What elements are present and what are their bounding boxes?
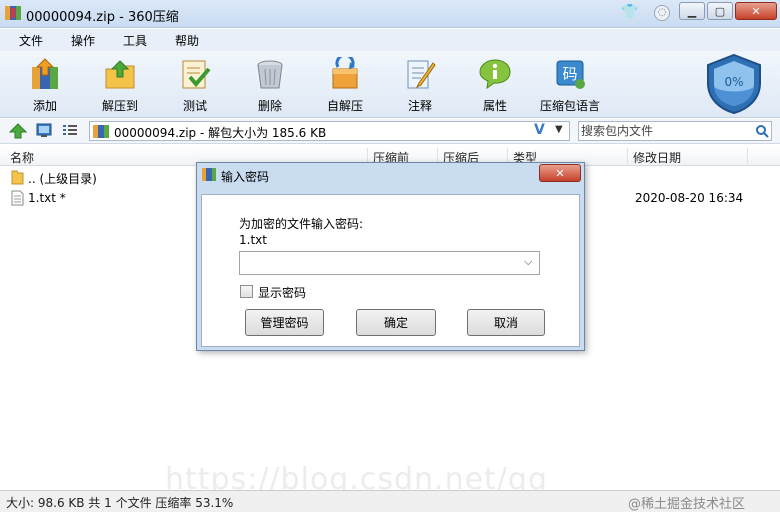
status-text: 大小: 98.6 KB 共 1 个文件 压缩率 53.1%: [6, 496, 234, 510]
delete-button[interactable]: 删除: [232, 55, 308, 115]
menu-operations[interactable]: 操作: [71, 32, 95, 49]
address-bar: 00000094.zip - 解包大小为 185.6 KB V ▼: [0, 119, 780, 144]
menu-bar: 文件 操作 工具 帮助: [0, 29, 780, 51]
text-file-icon: [11, 190, 24, 206]
path-combobox[interactable]: 00000094.zip - 解包大小为 185.6 KB V ▼: [89, 121, 570, 141]
search-box: [578, 121, 772, 141]
path-text: 00000094.zip - 解包大小为 185.6 KB: [114, 126, 327, 140]
folder-icon: [11, 170, 24, 185]
archive-icon: [202, 168, 216, 181]
dialog-title-bar[interactable]: 输入密码 ✕: [197, 163, 584, 187]
menu-tools[interactable]: 工具: [123, 32, 147, 49]
language-icon: 码: [556, 60, 585, 89]
window-title: 00000094.zip - 360压缩: [26, 10, 179, 25]
info-icon: [479, 59, 511, 90]
self-extract-icon: [332, 57, 358, 89]
test-icon: [182, 60, 211, 89]
up-arrow-icon[interactable]: [9, 123, 27, 139]
file-name: 1.txt *: [28, 191, 66, 205]
delete-label: 删除: [257, 99, 282, 113]
close-button[interactable]: ✕: [735, 2, 777, 20]
maximize-button[interactable]: ▢: [707, 2, 733, 20]
toolbar: 添加 解压到 测试 删除 自解压 注释 属性 码 压缩包语言 0%: [0, 51, 780, 118]
column-name[interactable]: 名称: [10, 149, 34, 166]
comment-button[interactable]: 注释: [382, 55, 458, 115]
password-dialog: 输入密码 ✕ 为加密的文件输入密码: 1.txt ⌵ 显示密码 管理密码 确定 …: [196, 162, 585, 351]
app-logo-icon: [5, 6, 21, 20]
column-divider[interactable]: [627, 148, 628, 164]
thumbnail-view-icon[interactable]: [36, 123, 52, 138]
shield-percent: 0%: [724, 75, 743, 89]
minimize-button[interactable]: ▁: [679, 2, 705, 20]
dialog-body: 为加密的文件输入密码: 1.txt ⌵ 显示密码 管理密码 确定 取消: [201, 194, 580, 347]
extract-label: 解压到: [101, 99, 138, 113]
menu-file[interactable]: 文件: [19, 32, 43, 49]
menu-help[interactable]: 帮助: [175, 32, 199, 49]
details-view-icon[interactable]: [62, 123, 78, 138]
show-password-checkbox[interactable]: [240, 285, 253, 298]
column-divider[interactable]: [747, 148, 748, 164]
chevron-down-icon[interactable]: ⌵: [524, 255, 532, 269]
search-icon[interactable]: [755, 124, 769, 138]
add-archive-icon: [32, 58, 58, 89]
comment-icon: [407, 60, 436, 89]
status-bar: 大小: 98.6 KB 共 1 个文件 压缩率 53.1% @稀土掘金技术社区: [0, 490, 780, 512]
mini-mode-icon[interactable]: ◌: [654, 5, 670, 21]
svg-text:码: 码: [562, 65, 577, 83]
add-label: 添加: [32, 99, 57, 113]
password-prompt: 为加密的文件输入密码:: [239, 217, 364, 231]
test-label: 测试: [182, 99, 207, 113]
password-combobox: ⌵: [239, 251, 540, 275]
comment-label: 注释: [407, 99, 432, 113]
ok-button[interactable]: 确定: [356, 309, 436, 336]
security-shield-icon[interactable]: 0%: [705, 53, 763, 115]
title-bar: 00000094.zip - 360压缩 👕 ◌ ▁ ▢ ✕: [0, 0, 780, 28]
path-v-icon[interactable]: V: [534, 122, 545, 138]
language-button[interactable]: 码 压缩包语言: [532, 55, 608, 115]
archive-icon: [93, 125, 109, 138]
properties-label: 属性: [482, 99, 507, 113]
test-button[interactable]: 测试: [157, 55, 233, 115]
chevron-down-icon[interactable]: ▼: [555, 124, 563, 135]
trash-icon: [257, 60, 283, 89]
self-extract-button[interactable]: 自解压: [307, 55, 383, 115]
encrypted-file-name: 1.txt: [239, 233, 267, 247]
dialog-title: 输入密码: [221, 170, 270, 184]
manage-passwords-button[interactable]: 管理密码: [245, 309, 324, 336]
add-button[interactable]: 添加: [7, 55, 83, 115]
column-modified[interactable]: 修改日期: [633, 149, 681, 166]
watermark-text: @稀土掘金技术社区: [628, 497, 746, 512]
extract-icon: [105, 60, 135, 89]
password-input[interactable]: [243, 254, 519, 272]
self-extract-label: 自解压: [326, 99, 363, 113]
language-label: 压缩包语言: [539, 99, 600, 113]
search-input[interactable]: [581, 123, 751, 139]
extract-button[interactable]: 解压到: [82, 55, 158, 115]
cancel-button[interactable]: 取消: [467, 309, 545, 336]
show-password-label[interactable]: 显示密码: [258, 284, 306, 301]
skin-icon[interactable]: 👕: [620, 4, 640, 20]
file-modified-date: 2020-08-20 16:34: [635, 191, 744, 205]
file-name: .. (上级目录): [28, 172, 97, 186]
properties-button[interactable]: 属性: [457, 55, 533, 115]
dialog-close-button[interactable]: ✕: [539, 164, 581, 182]
